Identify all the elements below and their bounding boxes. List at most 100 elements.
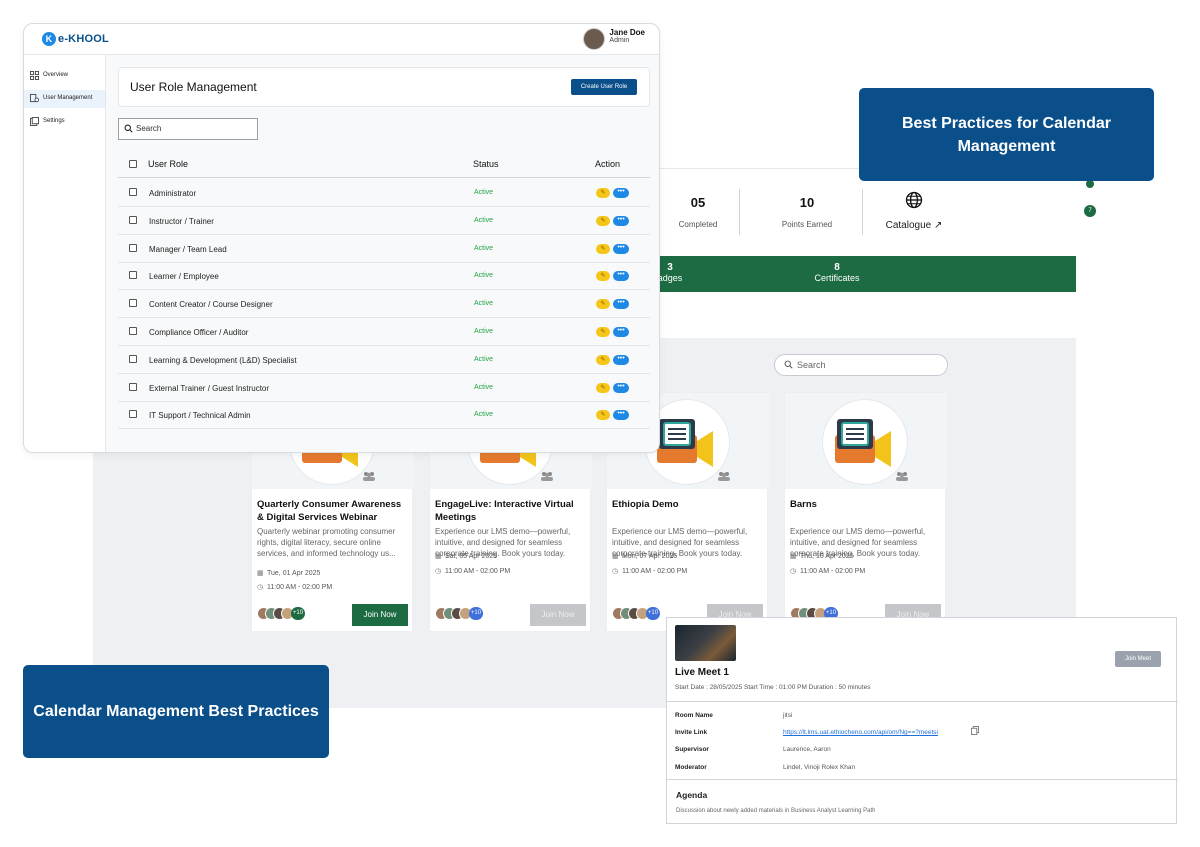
- agenda-title: Agenda: [676, 790, 708, 800]
- attendee-count: +10: [469, 607, 483, 620]
- user-role: Admin: [609, 37, 630, 44]
- badges-label: adges: [657, 273, 683, 283]
- events-search-placeholder: Search: [797, 360, 826, 370]
- copy-icon[interactable]: [971, 726, 979, 737]
- edit-icon[interactable]: ✎: [596, 410, 610, 421]
- globe-icon: [905, 191, 923, 209]
- table-row[interactable]: Compliance Officer / Auditor Active ✎ •••: [118, 318, 650, 346]
- stat-points: 10 Points Earned: [752, 195, 862, 229]
- column-header-status: Status: [473, 159, 499, 169]
- row-checkbox[interactable]: [129, 410, 137, 419]
- certificates-stat: 8 Certificates: [807, 262, 867, 284]
- join-meet-button[interactable]: Join Meet: [1115, 651, 1161, 667]
- more-icon[interactable]: •••: [613, 354, 629, 365]
- callout-best-practices: Best Practices for Calendar Management: [859, 88, 1154, 181]
- search-icon: [784, 360, 793, 371]
- page-title: User Role Management: [130, 80, 257, 94]
- row-checkbox[interactable]: [129, 215, 137, 224]
- create-user-role-button[interactable]: Create User Role: [571, 79, 637, 95]
- more-icon[interactable]: •••: [613, 188, 629, 198]
- calendar-icon: ▦: [257, 570, 264, 577]
- user-profile[interactable]: Jane Doe Admin: [583, 28, 645, 52]
- role-name: Learning & Development (L&D) Specialist: [149, 355, 297, 365]
- detail-value: Laurence, Aaron: [783, 746, 831, 753]
- edit-icon[interactable]: ✎: [596, 382, 610, 393]
- app-header: Ke-KHOOL Jane Doe Admin: [24, 24, 659, 55]
- row-checkbox[interactable]: [129, 354, 137, 363]
- settings-icon: [30, 117, 39, 128]
- edit-icon[interactable]: ✎: [596, 243, 610, 254]
- sidebar-item-overview[interactable]: Overview: [24, 67, 105, 85]
- event-time: ◷ 11:00 AM - 02:00 PM: [790, 567, 942, 575]
- table-row[interactable]: External Trainer / Guest Instructor Activ…: [118, 374, 650, 402]
- row-checkbox[interactable]: [129, 299, 137, 308]
- meet-schedule: Start Date : 28/05/2025 Start Time : 01:…: [675, 684, 871, 691]
- notification-badge: 7: [1084, 205, 1096, 217]
- stat-divider: [862, 189, 863, 235]
- events-search-input[interactable]: Search: [774, 354, 948, 376]
- clock-icon: ◷: [790, 568, 797, 575]
- sidebar-item-settings[interactable]: Settings: [24, 113, 105, 131]
- event-time-text: 11:00 AM - 02:00 PM: [800, 568, 866, 575]
- edit-icon[interactable]: ✎: [596, 271, 610, 282]
- table-row[interactable]: Learner / Employee Active ✎ •••: [118, 262, 650, 291]
- event-date-text: Mon, 07 Apr 2025: [622, 553, 678, 560]
- more-icon[interactable]: •••: [613, 327, 629, 337]
- status-badge: Active: [474, 244, 494, 252]
- table-row[interactable]: Learning & Development (L&D) Specialist A…: [118, 346, 650, 374]
- edit-icon[interactable]: ✎: [596, 354, 610, 365]
- more-icon[interactable]: •••: [613, 410, 629, 421]
- group-icon: [717, 471, 731, 484]
- edit-icon[interactable]: ✎: [596, 299, 610, 310]
- group-icon: [540, 471, 554, 484]
- join-now-button[interactable]: Join Now: [352, 604, 408, 626]
- edit-icon[interactable]: ✎: [596, 188, 610, 198]
- row-checkbox[interactable]: [129, 188, 137, 196]
- status-badge: Active: [474, 355, 494, 363]
- row-checkbox[interactable]: [129, 327, 137, 335]
- row-checkbox[interactable]: [129, 243, 137, 252]
- event-date: ▦ Mon, 07 Apr 2025: [612, 552, 764, 560]
- edit-icon[interactable]: ✎: [596, 327, 610, 337]
- table-row[interactable]: Administrator Active ✎ •••: [118, 179, 650, 207]
- sidebar-item-label: User Management: [43, 95, 93, 101]
- event-date: ▦ Thu, 10 Apr 2025: [790, 552, 942, 560]
- role-name: External Trainer / Guest Instructor: [149, 383, 270, 393]
- select-all-checkbox[interactable]: [129, 160, 137, 168]
- more-icon[interactable]: •••: [613, 299, 629, 310]
- app-logo[interactable]: Ke-KHOOL: [42, 32, 109, 46]
- more-icon[interactable]: •••: [613, 215, 629, 226]
- sidebar-item-user-management[interactable]: User Management: [24, 90, 105, 108]
- grid-icon: [30, 71, 39, 82]
- stat-points-label: Points Earned: [781, 220, 833, 229]
- more-icon[interactable]: •••: [613, 271, 629, 282]
- catalogue-link[interactable]: Catalogue ↗: [879, 191, 949, 231]
- clock-icon: ◷: [612, 568, 619, 575]
- page-header: User Role Management Create User Role: [118, 67, 650, 107]
- column-header-action: Action: [595, 159, 621, 169]
- sidebar: Overview User Management Settings: [24, 55, 106, 452]
- column-header-role: User Role: [148, 159, 189, 169]
- edit-icon[interactable]: ✎: [596, 215, 610, 226]
- table-row[interactable]: Content Creator / Course Designer Active ✎…: [118, 290, 650, 319]
- logo-mark: K: [42, 32, 56, 46]
- invite-link[interactable]: https://lt.lms.uat.ethiocheno.com/api/om…: [783, 729, 938, 736]
- join-now-button[interactable]: Join Now: [530, 604, 586, 626]
- more-icon[interactable]: •••: [613, 243, 629, 254]
- detail-label: Moderator: [675, 764, 707, 771]
- table-row[interactable]: Instructor / Trainer Active ✎ •••: [118, 207, 650, 235]
- calendar-icon: ▦: [435, 553, 442, 560]
- leaf-icon: [1086, 180, 1094, 188]
- row-checkbox[interactable]: [129, 271, 137, 280]
- row-checkbox[interactable]: [129, 382, 137, 391]
- meet-thumbnail: [675, 625, 736, 661]
- event-title: Barns: [790, 499, 817, 510]
- calendar-icon: ▦: [790, 553, 797, 560]
- more-icon[interactable]: •••: [613, 382, 629, 393]
- avatar[interactable]: [583, 28, 606, 50]
- search-input[interactable]: Search: [118, 118, 258, 140]
- table-row[interactable]: IT Support / Technical Admin Active ✎ •••: [118, 401, 650, 430]
- group-icon: [895, 471, 909, 484]
- table-row[interactable]: Manager / Team Lead Active ✎ •••: [118, 235, 650, 263]
- event-card[interactable]: Barns Experience our LMS demo—powerful, i…: [784, 392, 947, 632]
